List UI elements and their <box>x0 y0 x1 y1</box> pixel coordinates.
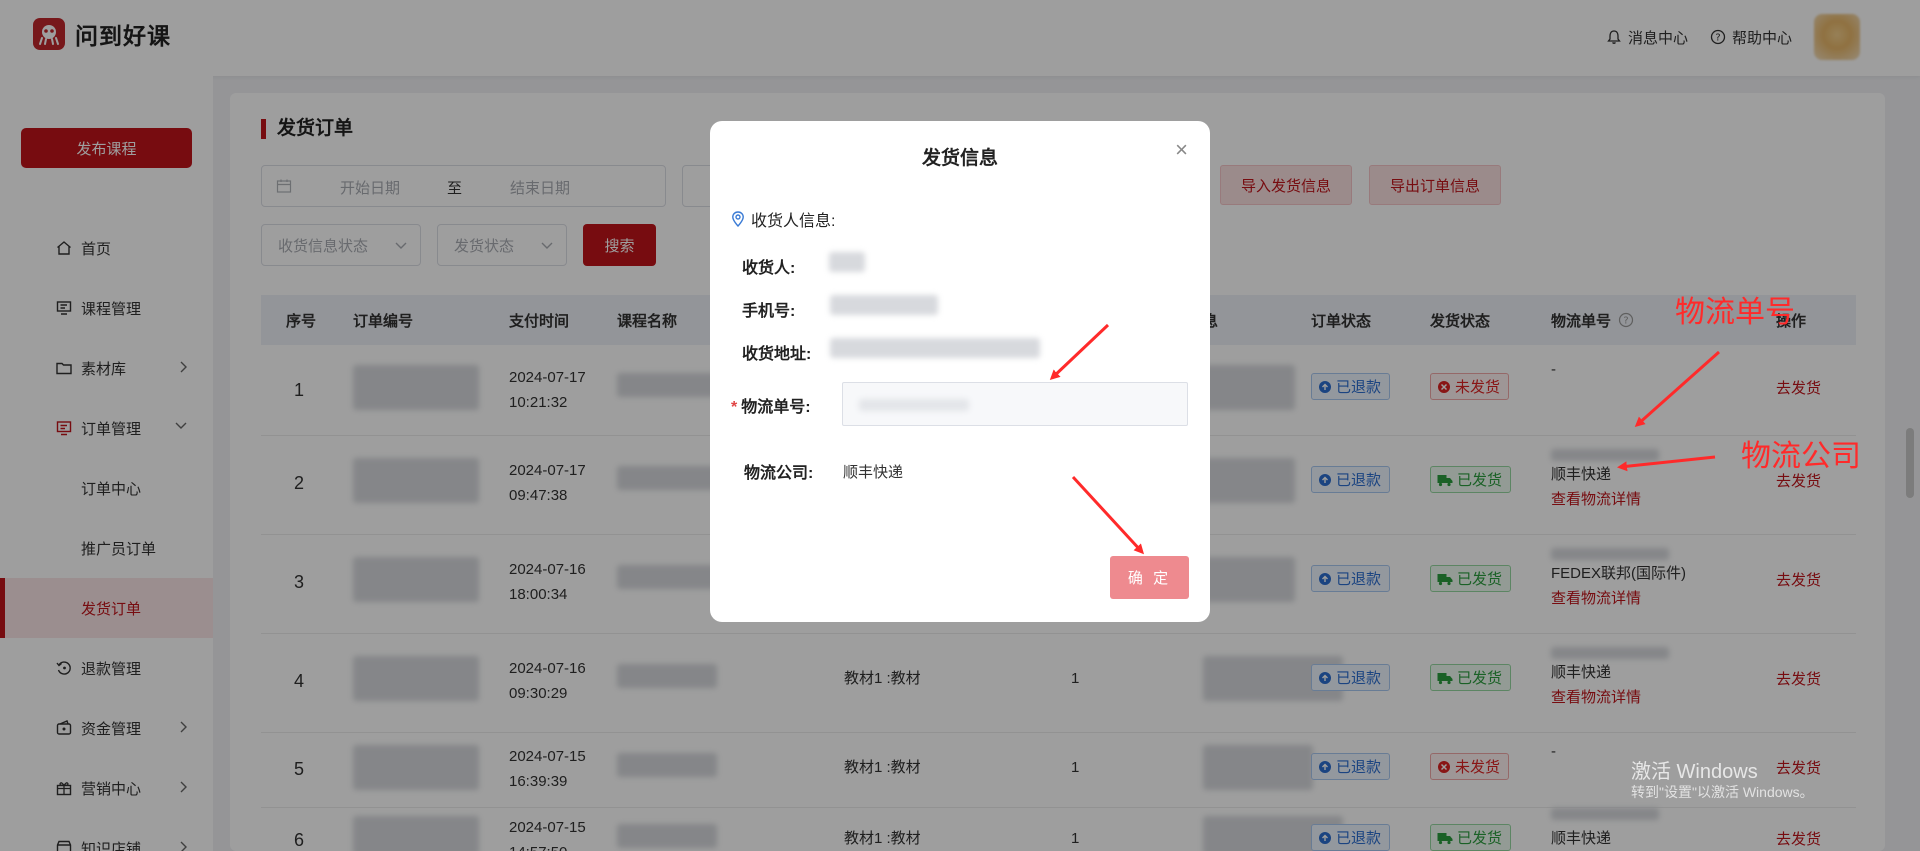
receiver-section-title: 收货人信息: <box>731 207 835 231</box>
redacted-input-value <box>859 399 969 411</box>
required-mark: * <box>731 399 738 416</box>
shipping-info-dialog: 发货信息 × 收货人信息: 收货人: 手机号: 收货地址: * 物流单号: 物流公… <box>710 121 1210 622</box>
address-label: 收货地址: <box>742 346 812 363</box>
close-icon[interactable]: × <box>1175 139 1188 161</box>
windows-activation-watermark: 激活 Windows <box>1631 761 1758 783</box>
location-pin-icon <box>732 211 744 227</box>
tracking-number-input[interactable] <box>842 382 1188 426</box>
windows-activation-hint: 转到"设置"以激活 Windows。 <box>1631 784 1814 800</box>
redacted-phone <box>830 295 938 315</box>
logistics-company-label: 物流公司: <box>744 465 814 482</box>
confirm-button[interactable]: 确 定 <box>1110 556 1189 599</box>
annotation-logistics-company: 物流公司 <box>1741 440 1861 473</box>
redacted-receiver-name <box>829 252 865 272</box>
logistics-company-value[interactable]: 顺丰快递 <box>843 461 903 482</box>
receiver-section-label: 收货人信息: <box>751 213 836 230</box>
redacted-address <box>830 338 1040 358</box>
phone-label: 手机号: <box>742 303 796 320</box>
tracking-number-label: * 物流单号: <box>731 399 811 416</box>
receiver-label: 收货人: <box>742 260 796 277</box>
dialog-title: 发货信息 <box>921 148 998 169</box>
annotation-tracking-number: 物流单号 <box>1675 296 1795 329</box>
